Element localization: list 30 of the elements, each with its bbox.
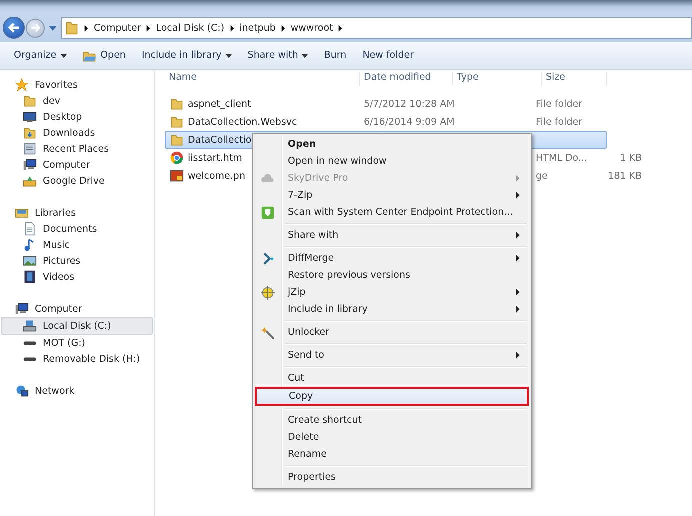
nav-label: MOT (G:) <box>43 338 86 348</box>
file-size: 181 KB <box>608 170 642 182</box>
nav-label: Libraries <box>35 208 76 218</box>
nav-label: Downloads <box>43 128 96 138</box>
nav-label: Desktop <box>43 112 82 122</box>
date-modified: 6/16/2014 9:09 AM <box>364 116 455 128</box>
nav-label: Local Disk (C:) <box>43 320 112 332</box>
file-type: ge <box>536 170 548 182</box>
nav-label: Videos <box>43 272 75 282</box>
nav-label: Favorites <box>35 80 78 90</box>
nav-label: Documents <box>43 224 98 234</box>
nav-label: Music <box>43 240 70 250</box>
file-name: DataCollectio <box>188 134 252 146</box>
nav-label: dev <box>43 96 60 106</box>
date-modified: 5/7/2012 10:28 AM <box>364 98 455 110</box>
nav-label: Google Drive <box>43 176 105 186</box>
nav-label: Recent Places <box>43 144 110 154</box>
file-type: File folder <box>536 98 582 110</box>
nav-label: Network <box>35 386 75 396</box>
file-size: 1 KB <box>620 152 642 164</box>
file-name: iisstart.htm <box>188 152 242 164</box>
nav-label: Computer <box>43 160 90 170</box>
file-type: HTML Do... <box>536 152 588 164</box>
file-name: DataCollection.Websvc <box>188 116 298 128</box>
nav-label: Pictures <box>43 256 81 266</box>
nav-label: Computer <box>35 304 82 314</box>
file-name: welcome.pn <box>188 170 246 182</box>
nav-label: Removable Disk (H:) <box>43 354 140 364</box>
file-name: aspnet_client <box>188 98 252 110</box>
file-type: File folder <box>536 116 582 128</box>
